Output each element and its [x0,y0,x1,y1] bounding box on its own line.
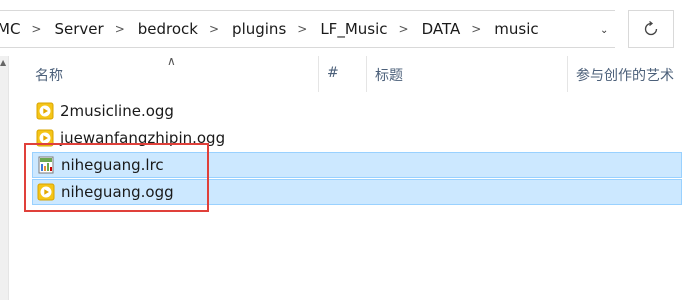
breadcrumb-item-bedrock[interactable]: bedrock [136,20,200,38]
address-bar[interactable]: MC > Server > bedrock > plugins > LF_Mus… [0,10,615,48]
breadcrumb-separator-icon[interactable]: > [209,22,219,36]
column-divider[interactable] [318,56,319,92]
breadcrumb-item-data[interactable]: DATA [420,20,463,38]
column-divider[interactable] [567,56,568,92]
chevron-down-icon[interactable]: ⌄ [600,25,608,36]
refresh-button[interactable] [628,10,674,48]
column-artist[interactable]: 参与创作的艺术 [576,65,674,85]
breadcrumb-separator-icon[interactable]: > [471,22,481,36]
file-row[interactable]: 2musicline.ogg [32,98,682,124]
column-header: ∧ 名称 # 标题 参与创作的艺术 [0,54,682,92]
refresh-icon [644,21,658,36]
breadcrumb-item-lf-music[interactable]: LF_Music [318,20,389,38]
column-name[interactable]: 名称 [35,65,63,85]
column-title[interactable]: 标题 [375,65,403,85]
file-name: 2musicline.ogg [60,102,174,120]
breadcrumb-separator-icon[interactable]: > [297,22,307,36]
breadcrumb-item-music[interactable]: music [492,20,540,38]
column-number[interactable]: # [327,65,339,81]
breadcrumb-item-server[interactable]: Server [52,20,105,38]
annotation-highlight-box [24,143,209,212]
column-divider[interactable] [366,56,367,92]
navigation-pane[interactable] [0,56,9,300]
breadcrumb-item-mc[interactable]: MC [0,20,22,38]
breadcrumb-item-plugins[interactable]: plugins [230,20,288,38]
breadcrumb-separator-icon[interactable]: > [115,22,125,36]
breadcrumb: MC > Server > bedrock > plugins > LF_Mus… [0,11,541,47]
breadcrumb-separator-icon[interactable]: > [31,22,41,36]
audio-file-icon [36,102,54,120]
sort-ascending-icon: ∧ [167,54,176,68]
breadcrumb-separator-icon[interactable]: > [399,22,409,36]
